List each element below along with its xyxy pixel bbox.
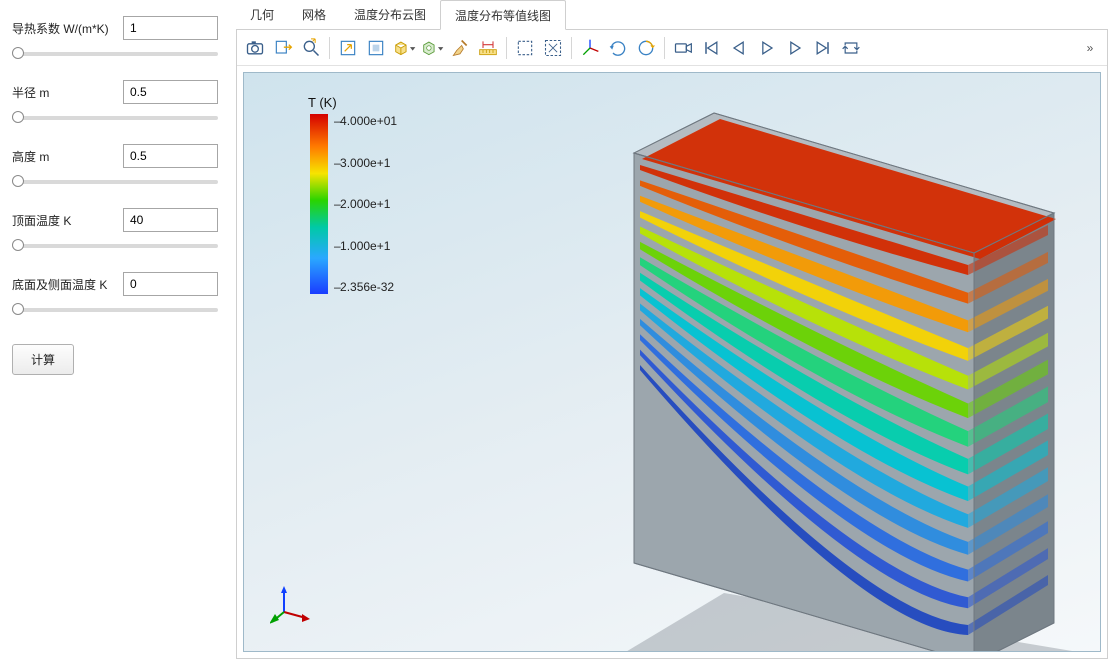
perspective-button[interactable] [392,36,416,60]
graphics-toolbar: » [237,30,1107,66]
toolbar-overflow[interactable]: » [1079,41,1101,55]
tab-网格[interactable]: 网格 [288,0,340,29]
isosurface-scene [494,93,1074,652]
last-frame-button[interactable] [811,36,835,60]
tab-温度分布云图[interactable]: 温度分布云图 [340,0,440,29]
param-input-3[interactable] [123,208,218,232]
param-slider-2[interactable] [12,174,218,190]
param-label: 底面及侧面温度 K [12,276,123,293]
clear-button[interactable] [448,36,472,60]
legend-ticks: 4.000e+013.000e+12.000e+11.000e+12.356e-… [334,114,397,294]
param-slider-4[interactable] [12,302,218,318]
param-label: 顶面温度 K [12,212,123,229]
graphics-canvas[interactable]: T (K) 4.000e+013.000e+12.000e+11.000e+12… [243,72,1101,652]
tab-bar: 几何网格温度分布云图温度分布等值线图 [236,0,1108,30]
compute-button[interactable]: 计算 [12,344,74,375]
spin-button[interactable] [634,36,658,60]
axis-gizmo [270,584,310,627]
param-slider-3[interactable] [12,238,218,254]
axes-button[interactable] [578,36,602,60]
param-input-2[interactable] [123,144,218,168]
first-frame-button[interactable] [699,36,723,60]
param-label: 高度 m [12,148,123,165]
param-label: 半径 m [12,84,123,101]
param-slider-1[interactable] [12,110,218,126]
tab-几何[interactable]: 几何 [236,0,288,29]
select-all-button[interactable] [541,36,565,60]
prev-frame-button[interactable] [727,36,751,60]
param-input-0[interactable] [123,16,218,40]
param-slider-0[interactable] [12,46,218,62]
camera-record-button[interactable] [671,36,695,60]
param-label: 导热系数 W/(m*K) [12,20,123,37]
measure-button[interactable] [476,36,500,60]
screenshot-button[interactable] [243,36,267,60]
scene-light-button[interactable] [420,36,444,60]
color-legend: T (K) 4.000e+013.000e+12.000e+11.000e+12… [310,95,397,294]
parameter-sidebar: 导热系数 W/(m*K) 半径 m 高度 m 顶面温度 K 底面及侧面温度 K 计算 [0,0,230,671]
param-input-1[interactable] [123,80,218,104]
next-frame-button[interactable] [783,36,807,60]
zoom-reset-button[interactable] [299,36,323,60]
zoom-extents-button[interactable] [336,36,360,60]
rotate-button[interactable] [606,36,630,60]
select-box-button[interactable] [513,36,537,60]
play-button[interactable] [755,36,779,60]
legend-gradient [310,114,328,294]
tab-温度分布等值线图[interactable]: 温度分布等值线图 [440,0,566,30]
main-panel: 几何网格温度分布云图温度分布等值线图 » T (K) 4.000e+013.00… [230,0,1114,671]
zoom-box-button[interactable] [364,36,388,60]
param-input-4[interactable] [123,272,218,296]
legend-title: T (K) [308,95,397,110]
export-button[interactable] [271,36,295,60]
graphics-viewer: » T (K) 4.000e+013.000e+12.000e+11.000e+… [236,30,1108,659]
loop-button[interactable] [839,36,863,60]
